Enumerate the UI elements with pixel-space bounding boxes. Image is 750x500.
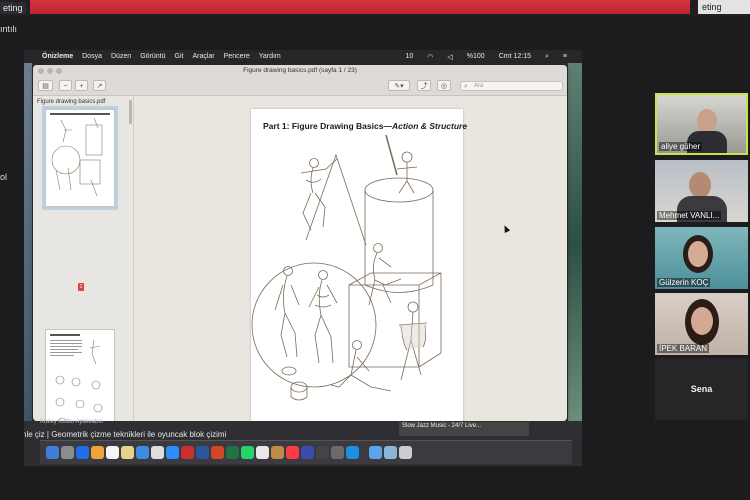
thumbnail-sidebar: Figure drawing basics.pdf 1	[33, 96, 134, 421]
markup-pen-icon[interactable]: ✎▾	[388, 80, 410, 91]
excel-icon[interactable]	[226, 446, 239, 459]
desktop-background-right	[568, 63, 582, 423]
volume-icon[interactable]: ◁	[447, 53, 452, 61]
participant-video-face	[689, 172, 711, 198]
participant-name: İPEK BARAN	[657, 344, 710, 353]
zoom-out-icon[interactable]: −	[59, 80, 72, 91]
meeting-tab[interactable]: eting	[698, 0, 750, 14]
wifi-icon[interactable]: ◠	[427, 53, 433, 61]
participant-name: aliye güher	[659, 142, 703, 151]
window-titlebar: Figure drawing basics.pdf (sayfa 1 / 23)	[33, 65, 567, 78]
calendar-icon[interactable]	[106, 446, 119, 459]
window-toolbar: ▤ − + ↗ ✎▾ ⤴ ◎ Ara	[33, 78, 567, 96]
acrobat-icon[interactable]	[181, 446, 194, 459]
downloads-folder-icon[interactable]	[369, 446, 382, 459]
page-thumbnail-2[interactable]	[45, 329, 115, 421]
figure-drawing-illustration	[251, 135, 442, 401]
pinned-message: Kuzey Kutbu Ayakkabılı	[40, 419, 103, 425]
chat-caption: imle çiz | Geometrik çizme teknikleri il…	[24, 430, 227, 439]
menu-tools[interactable]: Araçlar	[192, 53, 214, 60]
chrome-icon[interactable]	[256, 446, 269, 459]
participant-tile-4[interactable]: İPEK BARAN	[655, 293, 748, 355]
music-notification[interactable]: Slow Jazz Music - 24/7 Live...	[399, 422, 529, 436]
meeting-title: eting	[0, 2, 26, 14]
page-heading: Part 1: Figure Drawing Basics—Action & S…	[263, 121, 467, 131]
participant-tile-2[interactable]: Mehmet VANLI...	[655, 160, 748, 222]
corner-label: ıntılı	[0, 24, 18, 34]
control-center-icon[interactable]: ≡	[563, 53, 567, 60]
desktop-background	[24, 63, 32, 423]
rotate-icon[interactable]: ⤴	[417, 80, 431, 91]
sidebar-scrollbar[interactable]	[129, 100, 132, 124]
word-icon[interactable]	[196, 446, 209, 459]
terminal-icon[interactable]	[331, 446, 344, 459]
messenger-icon[interactable]	[346, 446, 359, 459]
spotlight-icon[interactable]: ⌕	[545, 53, 549, 61]
trash-icon[interactable]	[399, 446, 412, 459]
annotate-icon[interactable]: ◎	[437, 80, 451, 91]
page-thumbnail-1[interactable]	[45, 109, 115, 207]
thumbnail-1-drawing	[50, 113, 110, 197]
menu-view[interactable]: Görüntü	[140, 53, 165, 60]
zoom-in-icon[interactable]: +	[75, 80, 88, 91]
menu-edit[interactable]: Düzen	[111, 53, 131, 60]
app-store-icon[interactable]	[136, 446, 149, 459]
participant-name: Mehmet VANLI...	[657, 211, 722, 220]
menu-help[interactable]: Yardım	[259, 53, 281, 60]
battery-percent: %100	[466, 53, 485, 60]
system-prefs-icon[interactable]	[151, 446, 164, 459]
menu-go[interactable]: Git	[175, 53, 184, 60]
search-input[interactable]: Ara	[460, 81, 563, 91]
shared-screen: Önizleme Dosya Düzen Görüntü Git Araçlar…	[24, 50, 582, 466]
clock[interactable]: Cmt 12:15	[499, 53, 531, 60]
pdf-page: Part 1: Figure Drawing Basics—Action & S…	[251, 109, 467, 421]
menu-window[interactable]: Pencere	[224, 53, 250, 60]
vlc-icon[interactable]	[91, 446, 104, 459]
recording-banner	[30, 0, 690, 14]
heading-main: Part 1: Figure Drawing Basics—	[263, 121, 392, 131]
window-title: Figure drawing basics.pdf (sayfa 1 / 23)	[243, 67, 357, 74]
sidebar-toggle-icon[interactable]: ▤	[38, 80, 53, 91]
page-number-badge: 1	[78, 283, 84, 291]
music-icon[interactable]	[286, 446, 299, 459]
photos-icon[interactable]	[271, 446, 284, 459]
participant-video-face	[691, 307, 713, 335]
participant-tile-1[interactable]: aliye güher	[655, 93, 748, 155]
menu-app-name[interactable]: Önizleme	[42, 53, 73, 60]
finder-icon[interactable]	[46, 446, 59, 459]
mac-dock	[40, 440, 572, 464]
zoom-icon[interactable]	[166, 446, 179, 459]
battery-label: 10	[405, 53, 414, 60]
safari-icon[interactable]	[76, 446, 89, 459]
heading-italic: Action & Structure	[391, 121, 468, 131]
powerpoint-icon[interactable]	[211, 446, 224, 459]
launchpad-icon[interactable]	[61, 446, 74, 459]
activity-monitor-icon[interactable]	[316, 446, 329, 459]
participant-tile-3[interactable]: Gülzerin KOÇ	[655, 227, 748, 289]
participant-video-face	[697, 109, 717, 133]
participant-video-face	[688, 241, 708, 267]
menu-file[interactable]: Dosya	[82, 53, 102, 60]
preview-window: Figure drawing basics.pdf (sayfa 1 / 23)…	[33, 65, 567, 421]
photoshop-icon[interactable]	[301, 446, 314, 459]
participant-tile-5[interactable]: Sena	[655, 358, 748, 420]
sidebar-file-name[interactable]: Figure drawing basics.pdf	[37, 99, 105, 105]
documents-folder-icon[interactable]	[384, 446, 397, 459]
side-fragment: ol	[0, 172, 8, 182]
mac-menubar: Önizleme Dosya Düzen Görüntü Git Araçlar…	[24, 50, 582, 63]
participant-name: Gülzerin KOÇ	[657, 278, 711, 287]
whatsapp-icon[interactable]	[241, 446, 254, 459]
thumbnail-2-drawing	[50, 334, 103, 421]
menubar-status: 10 ◠ ◁ %100 Cmt 12:15 ⌕ ≡	[405, 50, 576, 63]
share-icon[interactable]: ↗	[93, 80, 106, 91]
notes-icon[interactable]	[121, 446, 134, 459]
